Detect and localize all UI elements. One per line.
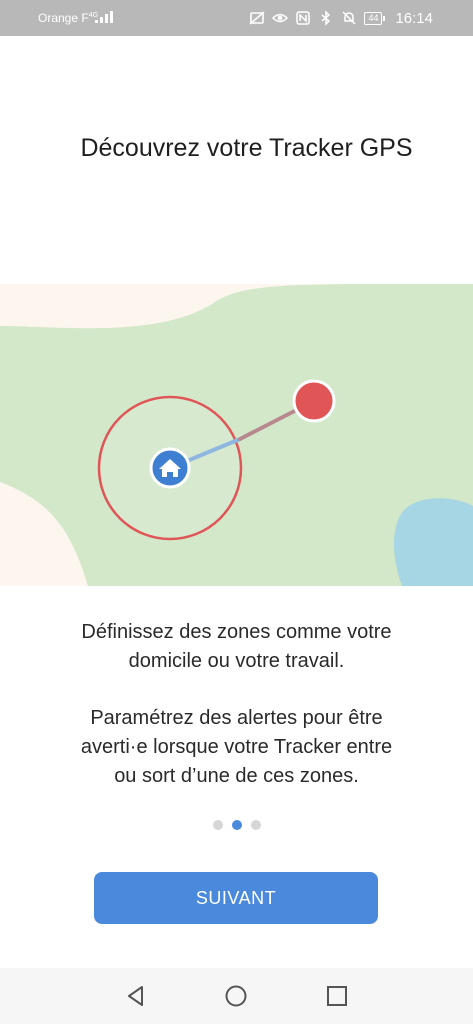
battery-icon: 44 bbox=[364, 11, 386, 25]
screen-off-icon bbox=[249, 11, 265, 25]
home-icon bbox=[149, 447, 191, 489]
home-circle-icon[interactable] bbox=[222, 982, 250, 1010]
description-line-2: domicile ou votre travail. bbox=[128, 650, 345, 672]
signal-icon bbox=[95, 11, 113, 23]
status-time: 16:14 bbox=[395, 9, 433, 27]
geofence-illustration bbox=[0, 284, 473, 586]
description-line-1: Définissez des zones comme votre bbox=[81, 621, 392, 643]
status-icons: 44 16:14 bbox=[249, 8, 433, 28]
back-icon[interactable] bbox=[122, 982, 150, 1010]
recent-apps-icon[interactable] bbox=[323, 982, 351, 1010]
status-bar: Orange F4G 44 16:14 bbox=[0, 0, 473, 36]
alerts-description: Paramétrez des alertes pour être averti·… bbox=[0, 704, 473, 791]
system-navigation-bar bbox=[0, 968, 473, 1024]
page-dot-active[interactable] bbox=[231, 820, 242, 830]
eye-comfort-icon bbox=[272, 13, 289, 23]
carrier-name: Orange F4G bbox=[38, 11, 99, 25]
bluetooth-icon bbox=[321, 10, 331, 26]
page-indicator bbox=[0, 820, 473, 830]
page-title: Découvrez votre Tracker GPS bbox=[80, 134, 413, 162]
alert-line-3: ou sort d’une de ces zones. bbox=[114, 765, 359, 787]
alert-line-2: averti·e lorsque votre Tracker entre bbox=[80, 736, 393, 758]
water-area bbox=[394, 498, 473, 586]
alert-line-1: Paramétrez des alertes pour être bbox=[90, 707, 383, 729]
page-dot[interactable] bbox=[212, 820, 223, 830]
map-illustration bbox=[0, 284, 473, 586]
battery-level: 44 bbox=[368, 12, 379, 23]
page-dot[interactable] bbox=[250, 820, 261, 830]
nfc-icon bbox=[296, 11, 311, 25]
silent-bell-icon bbox=[342, 11, 356, 25]
next-button[interactable]: SUIVANT bbox=[94, 872, 378, 924]
zones-description: Définissez des zones comme votre domicil… bbox=[0, 618, 473, 676]
tracker-location-icon bbox=[292, 379, 336, 423]
